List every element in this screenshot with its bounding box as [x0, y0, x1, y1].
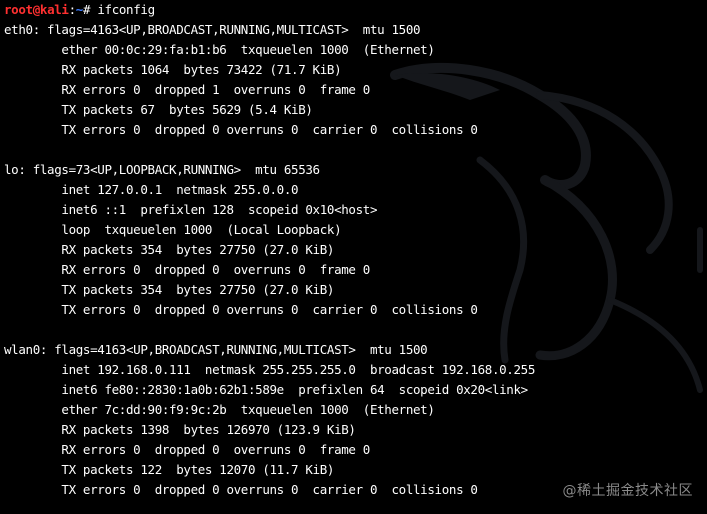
output-line: inet6 fe80::2830:1a0b:62b1:589e prefixle…	[4, 382, 528, 397]
terminal-output: root@kali:~# ifconfig eth0: flags=4163<U…	[4, 0, 704, 500]
command-text: ifconfig	[97, 2, 155, 17]
output-line: TX packets 67 bytes 5629 (5.4 KiB)	[4, 102, 313, 117]
output-line: TX packets 354 bytes 27750 (27.0 KiB)	[4, 282, 335, 297]
output-line: TX errors 0 dropped 0 overruns 0 carrier…	[4, 122, 478, 137]
prompt-at: @	[32, 2, 41, 17]
prompt-user: root	[4, 2, 33, 17]
output-line: TX packets 122 bytes 12070 (11.7 KiB)	[4, 462, 335, 477]
output-line: RX packets 354 bytes 27750 (27.0 KiB)	[4, 242, 335, 257]
output-line: ether 00:0c:29:fa:b1:b6 txqueuelen 1000 …	[4, 42, 435, 57]
output-line: inet6 ::1 prefixlen 128 scopeid 0x10<hos…	[4, 202, 378, 217]
prompt-separator: :	[68, 2, 77, 17]
prompt-line: root@kali:~# ifconfig	[4, 0, 704, 20]
output-line: RX errors 0 dropped 1 overruns 0 frame 0	[4, 82, 370, 97]
prompt-host: kali	[39, 2, 69, 17]
output-line: loop txqueuelen 1000 (Local Loopback)	[4, 222, 342, 237]
prompt-symbol: #	[82, 2, 91, 17]
output-line: TX errors 0 dropped 0 overruns 0 carrier…	[4, 302, 478, 317]
output-line: inet 192.168.0.111 netmask 255.255.255.0…	[4, 362, 535, 377]
prompt-path: ~	[75, 2, 84, 17]
output-line: RX errors 0 dropped 0 overruns 0 frame 0	[4, 262, 370, 277]
output-line: lo: flags=73<UP,LOOPBACK,RUNNING> mtu 65…	[4, 162, 320, 177]
output-line: RX packets 1398 bytes 126970 (123.9 KiB)	[4, 422, 356, 437]
output-line: eth0: flags=4163<UP,BROADCAST,RUNNING,MU…	[4, 22, 421, 37]
watermark-text: @稀土掘金技术社区	[562, 483, 693, 499]
output-line: inet 127.0.0.1 netmask 255.0.0.0	[4, 182, 299, 197]
output-line: RX packets 1064 bytes 73422 (71.7 KiB)	[4, 62, 342, 77]
output-line: wlan0: flags=4163<UP,BROADCAST,RUNNING,M…	[4, 342, 428, 357]
output-line: ether 7c:dd:90:f9:9c:2b txqueuelen 1000 …	[4, 402, 435, 417]
terminal-window[interactable]: root@kali:~# ifconfig eth0: flags=4163<U…	[0, 0, 707, 514]
output-line: RX errors 0 dropped 0 overruns 0 frame 0	[4, 442, 370, 457]
